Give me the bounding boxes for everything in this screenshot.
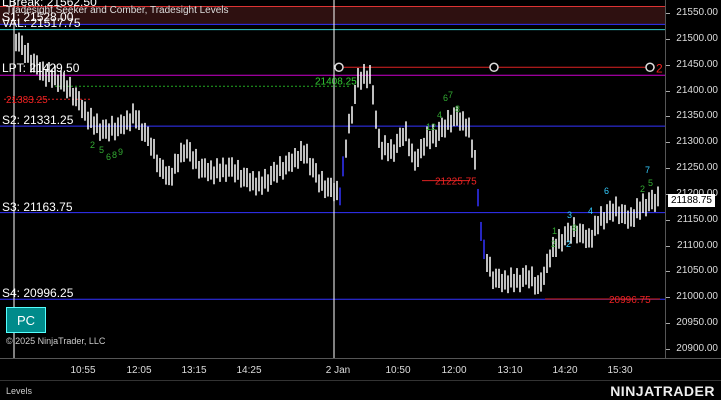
level-label-val: VAL: 21517.75: [2, 16, 81, 30]
price-chart[interactable]: 21383.25 21408.25 21225.75 20996.75 2 2 5 6 8 9 6 7…: [0, 0, 665, 358]
price-tick: 21450.00: [676, 58, 718, 70]
level-label-lpt: LPT: 21429.50: [2, 61, 80, 75]
price-tick: 21300.00: [676, 136, 718, 148]
time-tick: 14:25: [236, 365, 262, 376]
price-tick: 21050.00: [676, 265, 718, 277]
signal-count: 12: [426, 122, 436, 132]
price-tick: 21400.00: [676, 84, 718, 96]
signal-count: 7: [448, 90, 453, 100]
price-tick-mark: [666, 168, 670, 170]
signal-count: 6: [604, 186, 609, 196]
signal-count: 2: [640, 184, 645, 194]
price-tick: 20950.00: [676, 317, 718, 329]
signal-count: 2: [566, 239, 571, 249]
price-tick-mark: [666, 13, 670, 14]
price-tick-mark: [666, 219, 670, 221]
signal-count: 5: [99, 145, 104, 155]
pc-button[interactable]: PC: [6, 307, 46, 333]
level-label-lbreak: LBreak: 21562.50: [2, 0, 97, 9]
price-tick-mark: [666, 90, 670, 92]
time-tick: 10:50: [385, 365, 411, 376]
chart-window: 21383.25 21408.25 21225.75 20996.75 2 2 5 6 8 9 6 7…: [0, 0, 721, 400]
annotation-green: 21408.25: [315, 76, 357, 87]
pivot-marker: [645, 62, 655, 73]
time-tick: 10:55: [70, 365, 96, 376]
price-tick-mark: [666, 297, 670, 299]
price-tick: 20900.00: [676, 343, 718, 354]
price-tick: 21500.00: [676, 32, 718, 44]
price-axis[interactable]: 21550.00 21500.00 21450.00 21400.00 21350.00…: [665, 0, 721, 358]
price-tick-mark: [666, 349, 670, 350]
level-label-s4: S4: 20996.25: [2, 286, 74, 300]
brand-logo: NINJATRADER: [610, 383, 715, 399]
signal-count: 3: [567, 210, 572, 220]
signal-count: 2: [90, 140, 95, 150]
time-tick: 2 Jan: [325, 365, 351, 376]
chart-canvas: 21383.2521408.2521225.7520996.7522 56 8 96 7…: [0, 0, 665, 358]
signal-count: 6: [106, 152, 111, 162]
annotation-red-3: 20996.75: [609, 295, 651, 306]
time-tick: 13:15: [181, 365, 207, 376]
price-tick-mark: [666, 64, 670, 66]
bottom-tab-bar: Levels NINJATRADER: [0, 380, 721, 400]
signal-count: 8: [572, 223, 577, 233]
time-tick: 12:05: [126, 365, 152, 376]
time-tick: 15:30: [607, 365, 633, 376]
price-tick: 21100.00: [677, 239, 718, 251]
price-tick: 21350.00: [676, 110, 718, 122]
price-tick: 21250.00: [676, 162, 718, 174]
time-tick: 14:20: [552, 365, 578, 376]
price-tick-mark: [666, 116, 670, 118]
signal-count: 8: [455, 104, 460, 114]
signal-count: 4: [437, 110, 442, 120]
annotation-red-2: 21225.75: [435, 177, 477, 188]
tab-levels[interactable]: Levels: [6, 386, 32, 396]
time-tick: 12:00: [441, 365, 467, 376]
price-tick-mark: [666, 38, 670, 40]
copyright-notice: © 2025 NinjaTrader, LLC: [6, 336, 106, 346]
pivot-marker: [334, 62, 344, 73]
signal-count: 7: [645, 165, 650, 175]
level-label-s2: S2: 21331.25: [2, 113, 74, 127]
signal-count: 9: [118, 147, 123, 157]
signal-count: 2: [551, 239, 556, 249]
price-tick: 21550.00: [676, 7, 718, 18]
time-tick: 13:10: [497, 365, 523, 376]
last-price-marker: 21188.75: [668, 194, 715, 207]
annotation-red-1: 21383.25: [6, 95, 48, 106]
signal-count: 5: [648, 178, 653, 188]
price-tick-mark: [666, 323, 670, 325]
price-tick: 21150.00: [677, 213, 718, 225]
time-axis[interactable]: 10:55 12:05 13:15 14:25 2 Jan 10:50 12:00 13:10…: [0, 358, 721, 381]
price-tick: 21000.00: [676, 291, 718, 303]
signal-count: 8: [112, 150, 117, 160]
signal-count: 1: [552, 226, 557, 236]
signal-count: 4: [588, 206, 593, 216]
level-label-s3: S3: 21163.75: [2, 200, 73, 214]
pivot-marker: [489, 62, 499, 73]
pivot-counter: 2: [656, 61, 663, 75]
price-tick-mark: [666, 142, 670, 144]
price-tick-mark: [666, 271, 670, 273]
price-tick-mark: [666, 245, 670, 247]
